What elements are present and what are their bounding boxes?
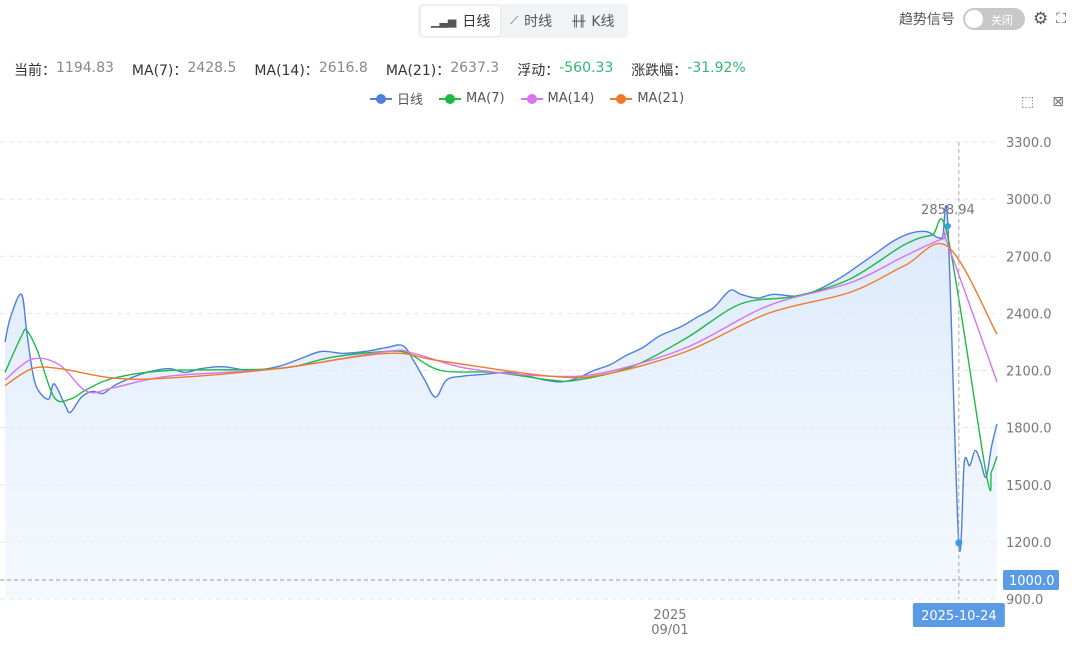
x-tick-year: 2025 (653, 608, 686, 623)
y-tick-label: 1800.0 (1006, 422, 1052, 437)
price-chart: 3300.0 3000.0 2700.0 2400.0 2100.0 1800.0 1500… (0, 136, 1059, 638)
y-tick-label: 3300.0 (1006, 136, 1052, 151)
x-tick-label: 09/01 (651, 623, 688, 638)
max-label: 2858.94 (921, 203, 975, 218)
daily-area (5, 205, 997, 599)
crosshair-y-label: 1000.0 (1009, 574, 1055, 589)
y-tick-label: 2100.0 (1006, 365, 1052, 380)
y-tick-label: 3000.0 (1006, 193, 1052, 208)
max-point (944, 222, 951, 229)
y-tick-label: 1500.0 (1006, 479, 1052, 494)
y-tick-label: 1200.0 (1006, 536, 1052, 551)
crosshair-x-label: 2025-10-24 (921, 609, 997, 624)
y-tick-label: 900.0 (1006, 593, 1043, 608)
y-tick-label: 2400.0 (1006, 307, 1052, 322)
min-point (955, 539, 963, 547)
y-tick-label: 2700.0 (1006, 250, 1052, 265)
